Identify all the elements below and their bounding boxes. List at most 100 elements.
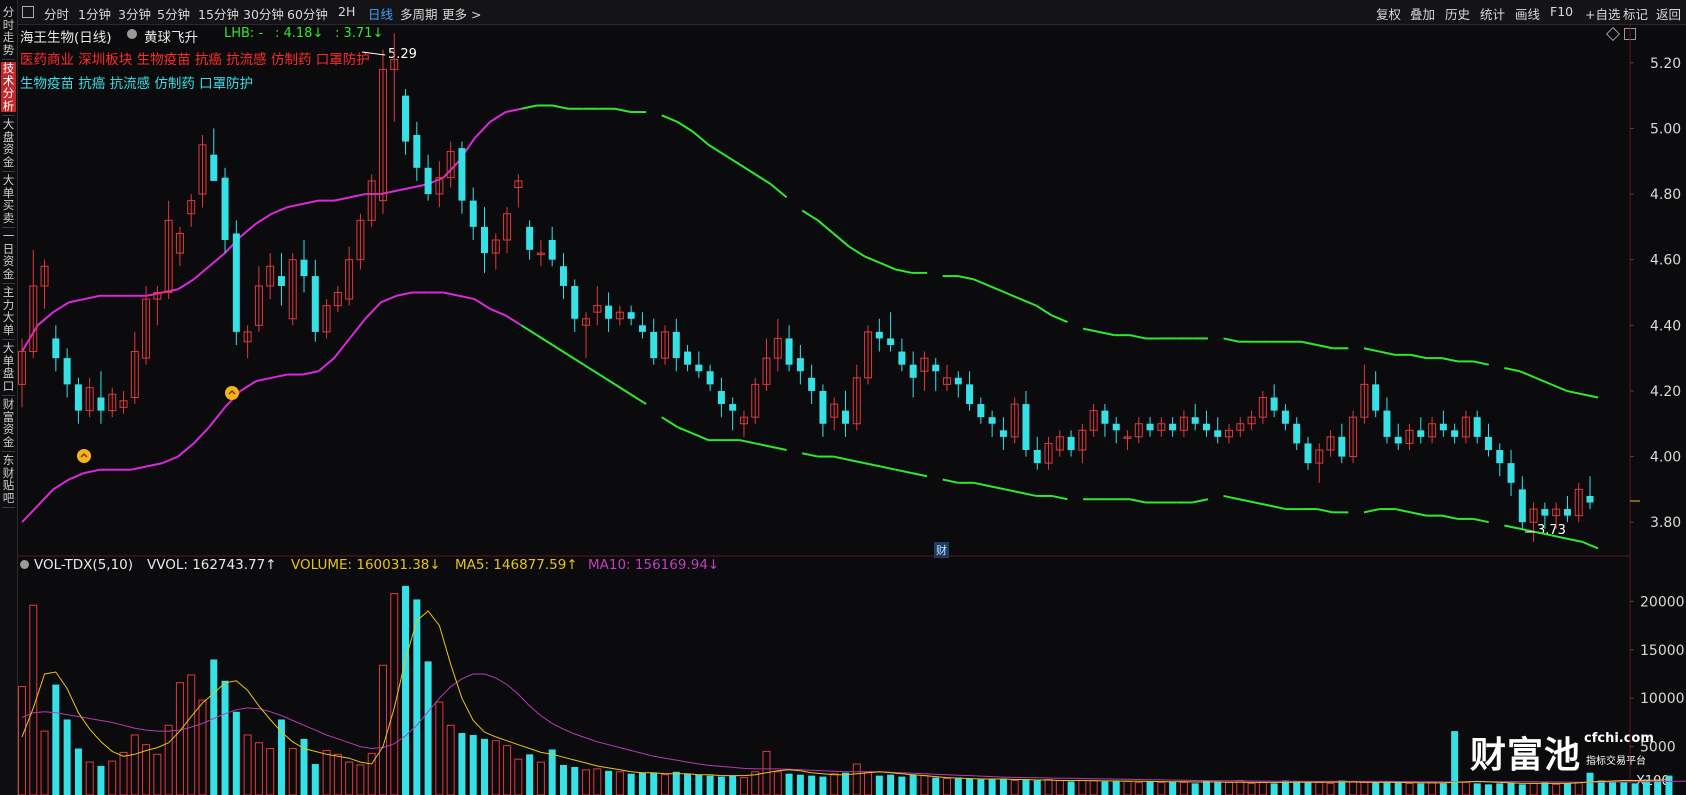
volume-bar bbox=[1067, 781, 1075, 795]
candle-body bbox=[999, 430, 1007, 437]
lower-band bbox=[208, 406, 226, 428]
lower-band bbox=[1129, 498, 1146, 504]
volume-tick-label: 15000 bbox=[1640, 643, 1685, 659]
candle-body bbox=[932, 364, 940, 372]
lower-band bbox=[1192, 498, 1209, 504]
lower-band bbox=[1316, 508, 1333, 514]
lower-band bbox=[676, 426, 694, 435]
candle-body bbox=[966, 384, 974, 405]
volume-bar bbox=[1439, 783, 1447, 795]
volume-bar bbox=[684, 773, 692, 795]
lower-band bbox=[536, 334, 554, 346]
candle-body bbox=[605, 305, 613, 319]
lower-band bbox=[162, 455, 179, 465]
volume-bar bbox=[1507, 782, 1515, 795]
volume-bar bbox=[378, 664, 387, 795]
lower-band bbox=[348, 318, 367, 340]
upper-band bbox=[489, 111, 507, 123]
lower-band bbox=[989, 485, 1006, 491]
ma10-line bbox=[21, 673, 1686, 783]
upper-band bbox=[1129, 334, 1146, 340]
volume-bar bbox=[548, 749, 556, 795]
volume-bar bbox=[243, 734, 252, 795]
candle-body bbox=[1338, 436, 1346, 457]
upper-band bbox=[208, 252, 226, 268]
candle-body bbox=[1169, 423, 1177, 431]
volume-bar bbox=[1055, 779, 1064, 795]
lower-band bbox=[146, 462, 163, 468]
volume-bar bbox=[446, 724, 455, 795]
volume-bar bbox=[1665, 775, 1673, 795]
lower-band bbox=[505, 314, 522, 327]
lower-band bbox=[1582, 540, 1599, 550]
candle-body bbox=[954, 377, 962, 385]
lower-band bbox=[131, 465, 148, 471]
volume-bar bbox=[390, 593, 399, 795]
candle-body bbox=[402, 95, 410, 142]
candle-body bbox=[627, 312, 635, 319]
upper-band bbox=[1566, 389, 1583, 396]
volume-bar bbox=[1022, 779, 1030, 795]
lower-band bbox=[84, 468, 101, 474]
upper-band bbox=[505, 107, 522, 114]
lower-band bbox=[864, 462, 881, 468]
candle-body bbox=[717, 390, 725, 405]
lower-band bbox=[692, 432, 709, 442]
candle-body bbox=[808, 377, 816, 391]
candle-body bbox=[1033, 450, 1041, 464]
volume-bar bbox=[852, 763, 861, 795]
lower-band bbox=[614, 383, 632, 396]
volume-bar bbox=[1134, 781, 1143, 795]
upper-band bbox=[1582, 393, 1599, 399]
volume-bar bbox=[1101, 781, 1109, 795]
volume-bar bbox=[785, 773, 793, 795]
lower-band bbox=[68, 472, 85, 481]
candle-body bbox=[841, 410, 849, 424]
candle-body bbox=[977, 404, 985, 418]
upper-band bbox=[1410, 353, 1427, 360]
volume-tick-label: 10000 bbox=[1640, 691, 1685, 707]
candle-body bbox=[909, 364, 917, 378]
volume-tick-label: 20000 bbox=[1640, 594, 1685, 610]
volume-bar bbox=[1304, 782, 1312, 795]
upper-band bbox=[832, 232, 850, 248]
upper-band bbox=[754, 173, 772, 186]
lower-band bbox=[801, 452, 819, 458]
volume-bar bbox=[232, 711, 240, 795]
volume-bar bbox=[875, 775, 883, 795]
volume-bar bbox=[706, 775, 714, 795]
upper-band bbox=[801, 209, 819, 222]
volume-bar bbox=[18, 686, 26, 795]
upper-band bbox=[879, 262, 897, 271]
stock-chart[interactable]: 5.20 5.00 4.80 4.60 4.40 4.20 4.00 3.80 20000 150… bbox=[0, 0, 1686, 795]
volume-bar bbox=[887, 774, 895, 795]
volume-bar bbox=[582, 769, 591, 795]
upper-band bbox=[521, 104, 538, 110]
volume-bar bbox=[1157, 781, 1166, 795]
candle-body bbox=[1563, 509, 1571, 516]
candle-body bbox=[638, 325, 646, 332]
volume-bar bbox=[1349, 780, 1358, 795]
candle-body bbox=[526, 226, 534, 250]
volume-bar bbox=[966, 778, 974, 795]
candle-body bbox=[1067, 436, 1075, 450]
lower-band bbox=[1270, 504, 1287, 511]
volume-bar bbox=[1089, 779, 1098, 795]
upper-band bbox=[1441, 357, 1458, 363]
volume-bar bbox=[1552, 783, 1561, 795]
lower-band bbox=[52, 478, 70, 491]
lower-band bbox=[1020, 491, 1037, 497]
lower-band bbox=[1238, 498, 1255, 504]
volume-bar bbox=[672, 771, 680, 795]
volume-bar bbox=[481, 738, 489, 795]
candle-body bbox=[424, 167, 432, 195]
candle-body bbox=[571, 285, 579, 319]
lower-band bbox=[473, 298, 491, 310]
volume-bar bbox=[164, 724, 173, 795]
candle-body bbox=[413, 135, 421, 168]
volume-bar bbox=[526, 754, 534, 795]
volume-bar bbox=[210, 659, 218, 795]
volume-bar bbox=[999, 778, 1007, 795]
volume-bar bbox=[1428, 781, 1437, 795]
upper-band bbox=[958, 275, 975, 281]
